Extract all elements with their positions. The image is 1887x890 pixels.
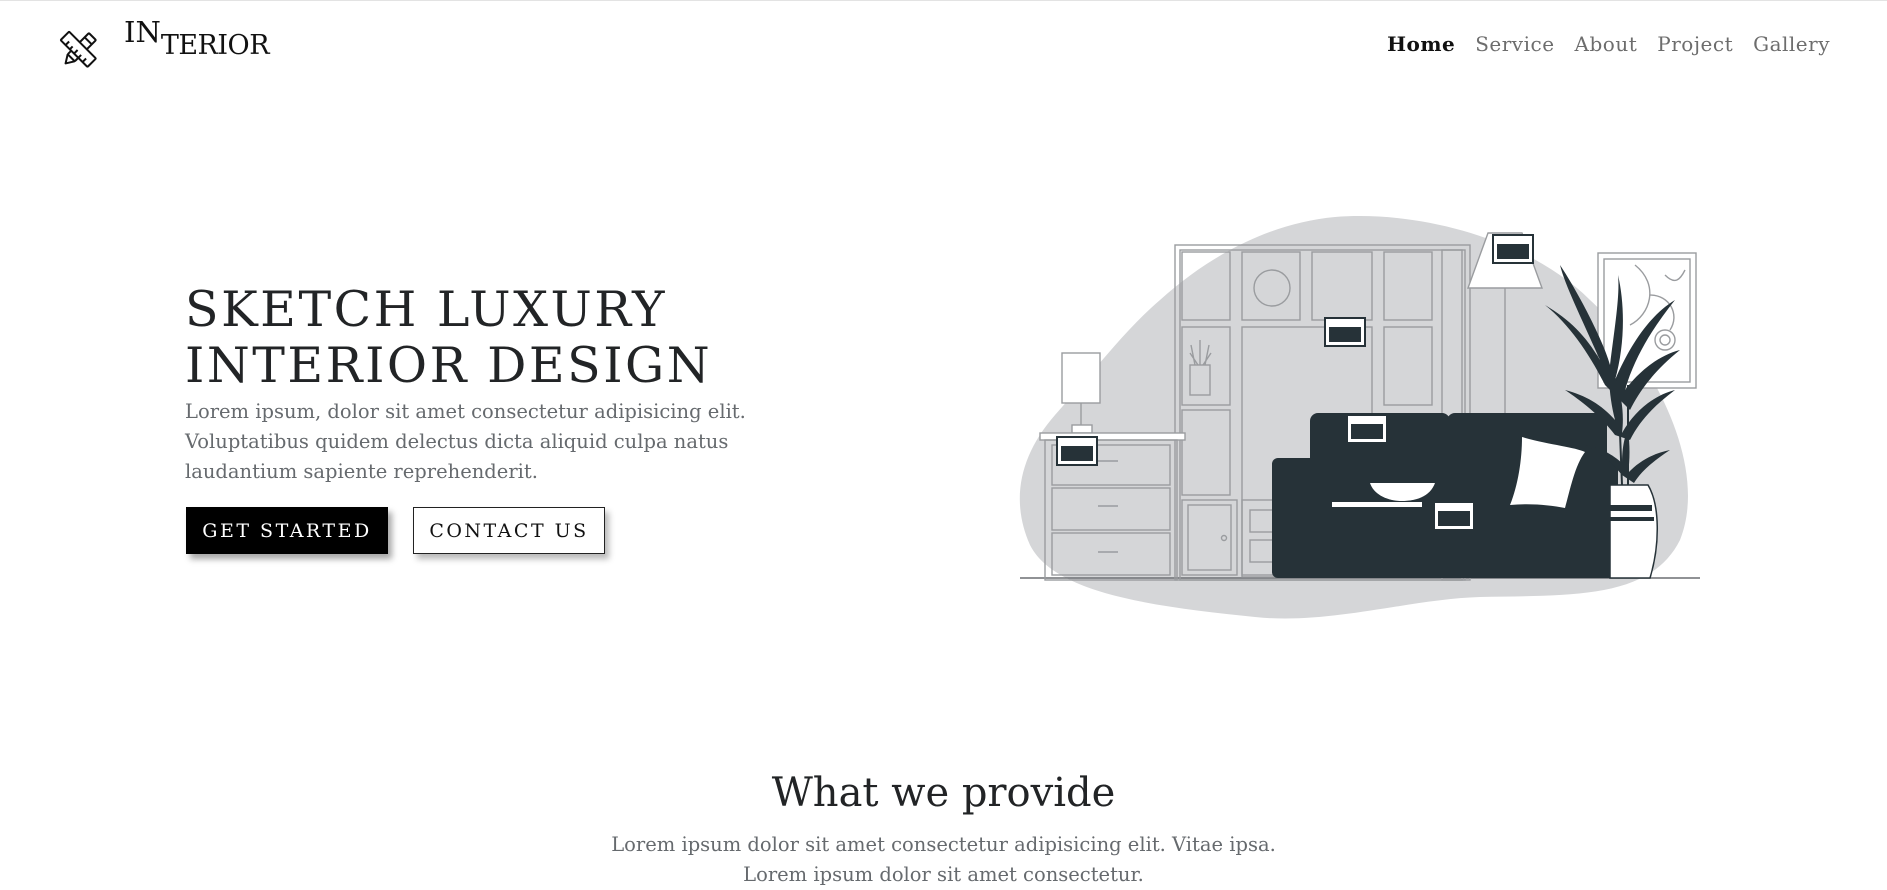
nav-project[interactable]: Project [1657,32,1733,56]
crossed-tools-icon [60,31,97,68]
brand-logo[interactable]: Interior [58,15,270,70]
hero-title-line-2: INTERIOR DESIGN [185,337,713,394]
brand-name: Interior [124,15,270,60]
section-description-line-2: Lorem ipsum dolor sit amet consectetur. [743,863,1144,886]
nav-service[interactable]: Service [1475,32,1554,56]
section-description: Lorem ipsum dolor sit amet consectetur a… [0,830,1887,890]
main-nav: Home Service About Project Gallery [1387,32,1830,56]
nav-about[interactable]: About [1575,32,1638,56]
nav-home[interactable]: Home [1387,32,1455,56]
nav-gallery[interactable]: Gallery [1753,32,1830,56]
hero-title-line-1: SKETCH LUXURY [185,281,667,338]
navbar: Interior Home Service About Project Gall… [0,0,1887,95]
contact-us-button[interactable]: CONTACT US [413,507,605,554]
brand-rest: terior [160,30,270,61]
get-started-button[interactable]: GET STARTED [186,507,388,554]
brand-first-letters: In [124,15,161,49]
living-room-sketch-illustration [1019,216,1700,619]
hero-title: SKETCH LUXURY INTERIOR DESIGN [185,282,712,394]
section-description-line-1: Lorem ipsum dolor sit amet consectetur a… [611,833,1276,856]
hero-description: Lorem ipsum, dolor sit amet consectetur … [185,400,746,483]
section-title: What we provide [771,770,1116,816]
